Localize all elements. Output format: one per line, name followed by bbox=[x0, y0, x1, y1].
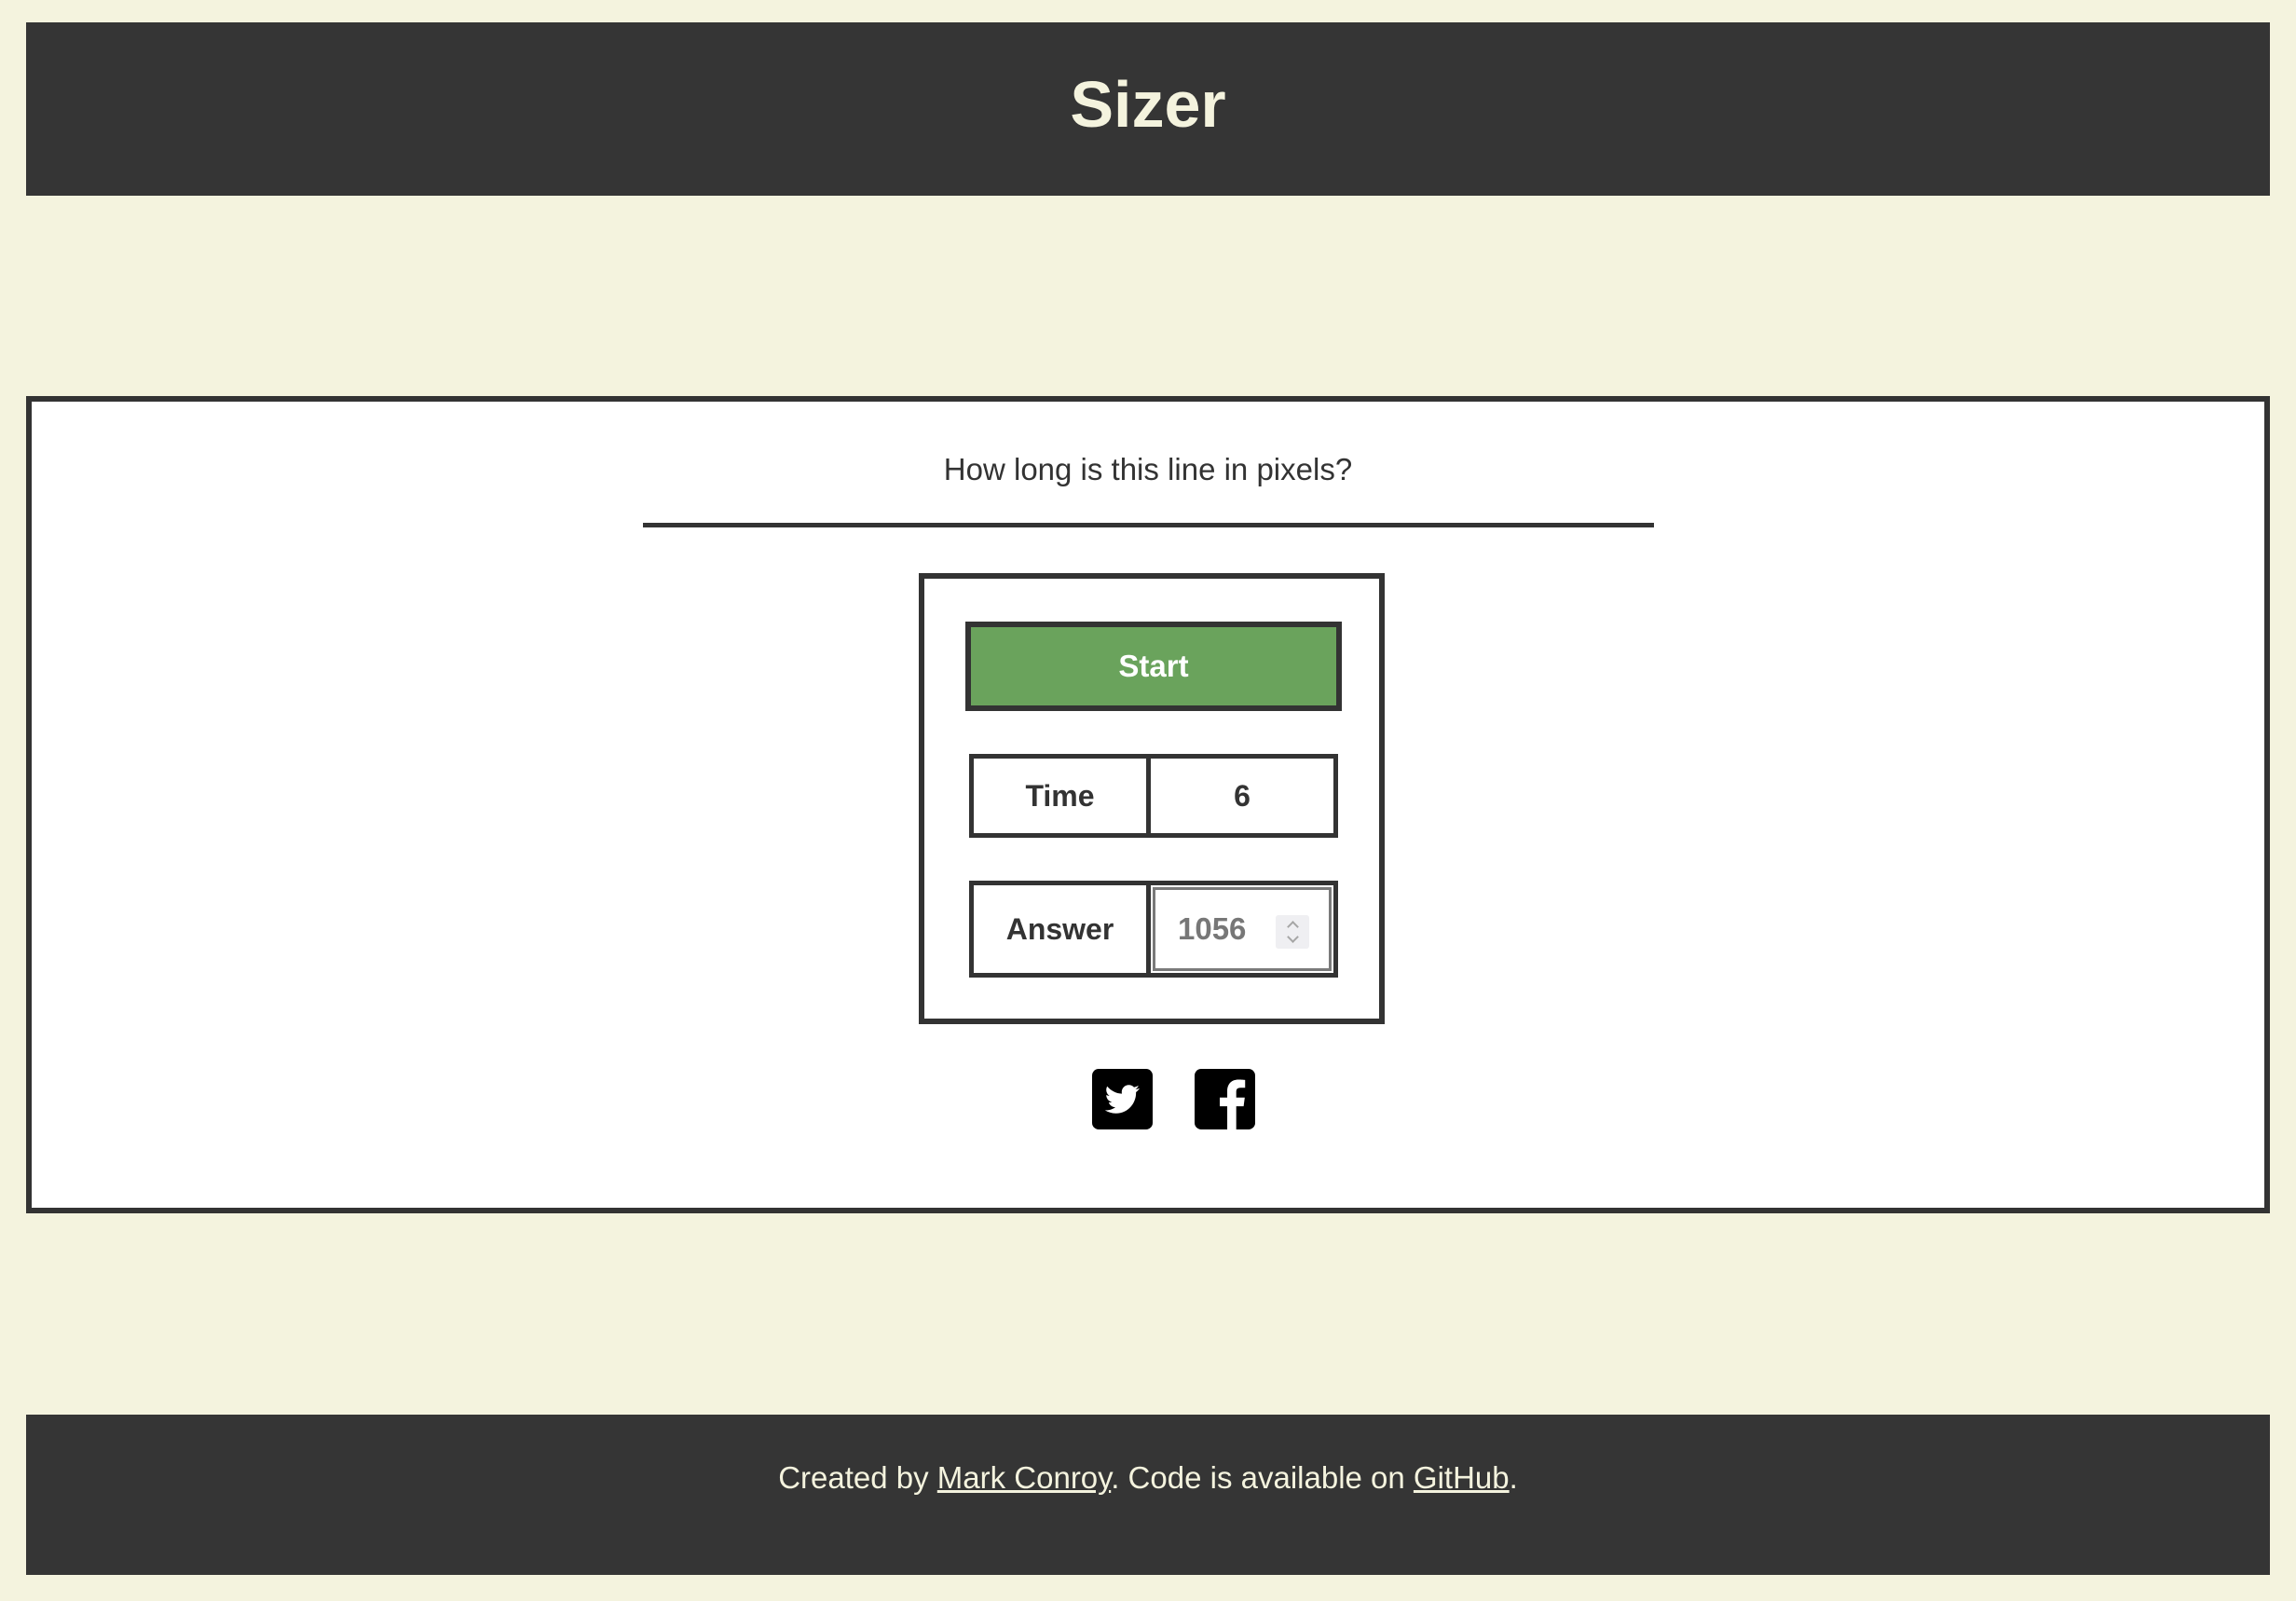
question-text: How long is this line in pixels? bbox=[943, 452, 1353, 486]
footer-prefix: Created by bbox=[778, 1460, 937, 1495]
time-row: Time 6 bbox=[969, 754, 1338, 838]
time-label: Time bbox=[974, 759, 1151, 833]
footer-suffix: . bbox=[1509, 1460, 1518, 1495]
twitter-icon[interactable] bbox=[1092, 1069, 1153, 1129]
number-spinner[interactable] bbox=[1276, 915, 1309, 949]
site-header: Sizer bbox=[26, 22, 2270, 196]
footer-text: Created by Mark Conroy. Code is availabl… bbox=[26, 1460, 2270, 1496]
controls-box: Start Time 6 Answer bbox=[919, 573, 1385, 1024]
author-link[interactable]: Mark Conroy bbox=[937, 1460, 1111, 1495]
spinner-down-icon[interactable] bbox=[1286, 931, 1299, 943]
answer-cell bbox=[1151, 885, 1333, 973]
start-button[interactable]: Start bbox=[965, 622, 1342, 711]
site-footer: Created by Mark Conroy. Code is availabl… bbox=[26, 1415, 2270, 1575]
game-panel: How long is this line in pixels? Start T… bbox=[26, 396, 2270, 1213]
facebook-icon[interactable] bbox=[1195, 1069, 1255, 1129]
answer-label: Answer bbox=[974, 885, 1151, 973]
answer-row: Answer bbox=[969, 881, 1338, 978]
measure-line bbox=[643, 523, 1654, 527]
share-icons bbox=[1092, 1069, 1255, 1129]
github-link[interactable]: GitHub bbox=[1414, 1460, 1510, 1495]
footer-middle: . Code is available on bbox=[1111, 1460, 1414, 1495]
site-title: Sizer bbox=[1070, 68, 1226, 141]
time-value: 6 bbox=[1234, 778, 1250, 813]
